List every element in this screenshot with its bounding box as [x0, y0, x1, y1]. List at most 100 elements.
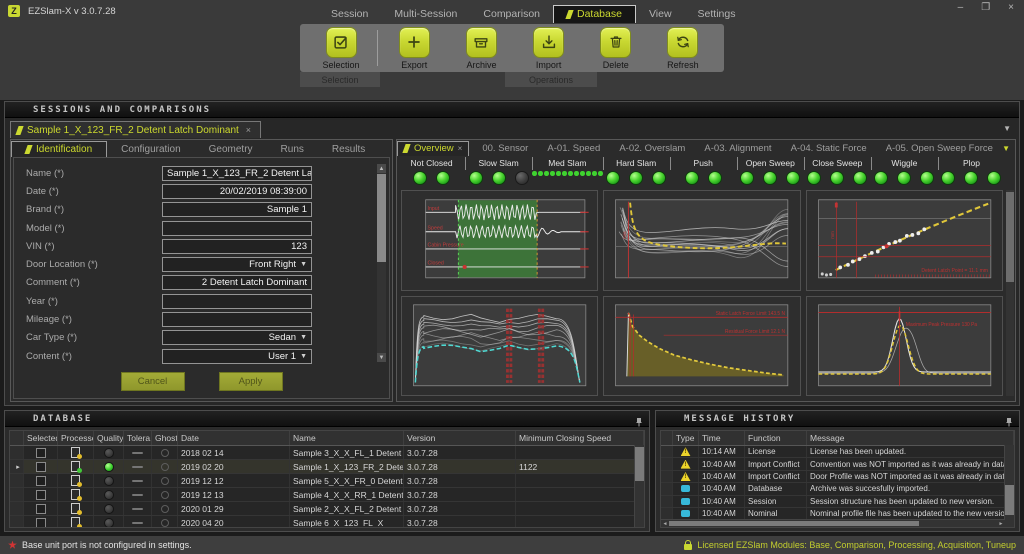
table-row[interactable]: 10:40 AMSessionSession structure has bee…: [661, 496, 1014, 508]
selected-cell[interactable]: [24, 488, 58, 501]
overview-tabs-dropdown-icon[interactable]: ▼: [1002, 144, 1010, 153]
year-input[interactable]: [162, 294, 312, 309]
checkbox[interactable]: [36, 448, 46, 458]
name-input[interactable]: Sample 1_X_123_FR_2 Detent Latch Dominan…: [162, 166, 312, 181]
tab-a-01-speed[interactable]: A-01. Speed: [541, 142, 606, 156]
sensor-waveform-thumbnail[interactable]: InputSpeedCabin PressureClosed: [406, 194, 593, 287]
restore-button[interactable]: ❐: [981, 2, 990, 13]
overslam-scatter-thumbnail[interactable]: mmDetent Latch Point = 11.1 mm: [811, 194, 998, 287]
row-selector[interactable]: [661, 496, 673, 507]
row-selector[interactable]: [10, 488, 24, 501]
car-type-input[interactable]: Sedan▼: [162, 330, 312, 345]
model-input[interactable]: [162, 221, 312, 236]
scroll-left-icon[interactable]: ◄: [661, 520, 669, 527]
scroll-down-icon[interactable]: ▼: [377, 353, 386, 362]
speed-curves-thumbnail[interactable]: m/s: [608, 194, 795, 287]
scrollbar-thumb[interactable]: [1005, 485, 1014, 515]
mileage-input[interactable]: [162, 312, 312, 327]
archive-button[interactable]: Archive: [450, 27, 512, 70]
table-row[interactable]: 2020 01 29Sample 2_X_X_FL_2 Detent Check…: [10, 502, 644, 516]
table-row[interactable]: 2020 04 20Sample 6_X_123_FL_X3.0.7.28: [10, 516, 644, 528]
tab-00-sensor[interactable]: 00. Sensor: [476, 142, 534, 156]
column-header-processed[interactable]: Processed: [58, 431, 94, 445]
checkbox[interactable]: [36, 504, 46, 514]
session-tab[interactable]: Sample 1_X_123_FR_2 Detent Latch Dominan…: [10, 121, 261, 138]
import-button[interactable]: Import: [518, 27, 580, 70]
column-header-message[interactable]: Message: [807, 431, 1014, 445]
selection-button[interactable]: Selection: [310, 27, 372, 70]
table-row[interactable]: !10:14 AMLicenseLicense has been updated…: [661, 446, 1014, 458]
column-header-minimum-closing-speed[interactable]: Minimum Closing Speed: [516, 431, 644, 445]
row-selector[interactable]: [661, 508, 673, 519]
row-selector[interactable]: [10, 516, 24, 528]
column-header-time[interactable]: Time: [699, 431, 745, 445]
row-selector[interactable]: [661, 471, 673, 482]
checkbox[interactable]: [36, 476, 46, 486]
menu-tab-settings[interactable]: Settings: [685, 6, 749, 23]
tab-overview[interactable]: Overview×: [397, 141, 469, 156]
checkbox[interactable]: [36, 462, 46, 472]
row-selector[interactable]: ▸: [10, 460, 24, 473]
session-tabs-dropdown-icon[interactable]: ▼: [1003, 124, 1011, 133]
tab-identification[interactable]: Identification: [11, 141, 107, 157]
static-force-decay-thumbnail[interactable]: Static Latch Force Limit 143.5 NResidual…: [608, 300, 795, 393]
close-button[interactable]: ×: [1008, 2, 1014, 13]
column-header-function[interactable]: Function: [745, 431, 807, 445]
row-selector[interactable]: [661, 458, 673, 469]
table-row[interactable]: 2018 02 14Sample 3_X_X_FL_1 Detent Cabin…: [10, 446, 644, 460]
table-row[interactable]: 2019 12 13Sample 4_X_X_RR_1 Detent Boost…: [10, 488, 644, 502]
menu-tab-multi-session[interactable]: Multi-Session: [381, 6, 470, 23]
table-row[interactable]: 2019 12 12Sample 5_X_X_FR_0 Detent Sensi…: [10, 474, 644, 488]
message-horizontal-scrollbar[interactable]: ◄ ►: [661, 519, 1005, 527]
brand-input[interactable]: Sample 1: [162, 202, 312, 217]
selected-cell[interactable]: [24, 516, 58, 528]
selected-cell[interactable]: [24, 502, 58, 515]
content-input[interactable]: User 1▼: [162, 349, 312, 364]
cancel-button[interactable]: Cancel: [121, 372, 185, 391]
table-row[interactable]: 10:40 AMDatabaseArchive was succesfully …: [661, 483, 1014, 495]
selected-cell[interactable]: [24, 474, 58, 487]
tab-a-05-open-sweep-force[interactable]: A-05. Open Sweep Force: [880, 142, 999, 156]
scrollbar-thumb[interactable]: [377, 174, 386, 262]
row-selector[interactable]: [661, 483, 673, 494]
menu-tab-session[interactable]: Session: [318, 6, 381, 23]
session-tab-close-icon[interactable]: ×: [246, 125, 251, 135]
tab-geometry[interactable]: Geometry: [195, 142, 267, 157]
column-header-ghost[interactable]: Ghost: [152, 431, 178, 445]
column-header-quality[interactable]: Quality: [94, 431, 124, 445]
date-input[interactable]: 20/02/2019 08:39:00: [162, 184, 312, 199]
database-vertical-scrollbar[interactable]: [634, 445, 644, 527]
scrollbar-thumb[interactable]: [635, 447, 644, 481]
table-row[interactable]: !10:40 AMImport ConflictDoor Profile was…: [661, 471, 1014, 483]
column-header-version[interactable]: Version: [404, 431, 516, 445]
scrollbar-thumb[interactable]: [1006, 192, 1014, 282]
menu-tab-database[interactable]: Database: [553, 5, 636, 23]
checkbox[interactable]: [36, 490, 46, 500]
row-selector[interactable]: [10, 502, 24, 515]
scrollbar-thumb[interactable]: [669, 521, 919, 526]
checkbox[interactable]: [36, 518, 46, 528]
apply-button[interactable]: Apply: [219, 372, 283, 391]
column-header-name[interactable]: Name: [290, 431, 404, 445]
table-row[interactable]: ▸2019 02 20Sample 1_X_123_FR_2 Detent La…: [10, 460, 644, 474]
column-header-selected[interactable]: Selected: [24, 431, 58, 445]
form-scrollbar[interactable]: ▲ ▼: [377, 164, 386, 362]
tab-a-03-alignment[interactable]: A-03. Alignment: [698, 142, 777, 156]
row-selector[interactable]: [661, 446, 673, 457]
selected-cell[interactable]: [24, 460, 58, 473]
message-vertical-scrollbar[interactable]: [1004, 445, 1014, 527]
alignment-sweep-thumbnail[interactable]: [406, 300, 593, 393]
refresh-button[interactable]: Refresh: [652, 27, 714, 70]
door-location-input[interactable]: Front Right▼: [162, 257, 312, 272]
overview-scrollbar[interactable]: [1006, 190, 1014, 396]
tab-runs[interactable]: Runs: [267, 142, 318, 157]
tab-configuration[interactable]: Configuration: [107, 142, 194, 157]
comment-input[interactable]: 2 Detent Latch Dominant: [162, 275, 312, 290]
tab-a-04-static-force[interactable]: A-04. Static Force: [785, 142, 873, 156]
column-header-type[interactable]: Type: [673, 431, 699, 445]
selected-cell[interactable]: [24, 446, 58, 459]
row-selector[interactable]: [10, 474, 24, 487]
vin-input[interactable]: 123: [162, 239, 312, 254]
scroll-up-icon[interactable]: ▲: [377, 164, 386, 173]
table-row[interactable]: !10:40 AMImport ConflictConvention was N…: [661, 458, 1014, 470]
